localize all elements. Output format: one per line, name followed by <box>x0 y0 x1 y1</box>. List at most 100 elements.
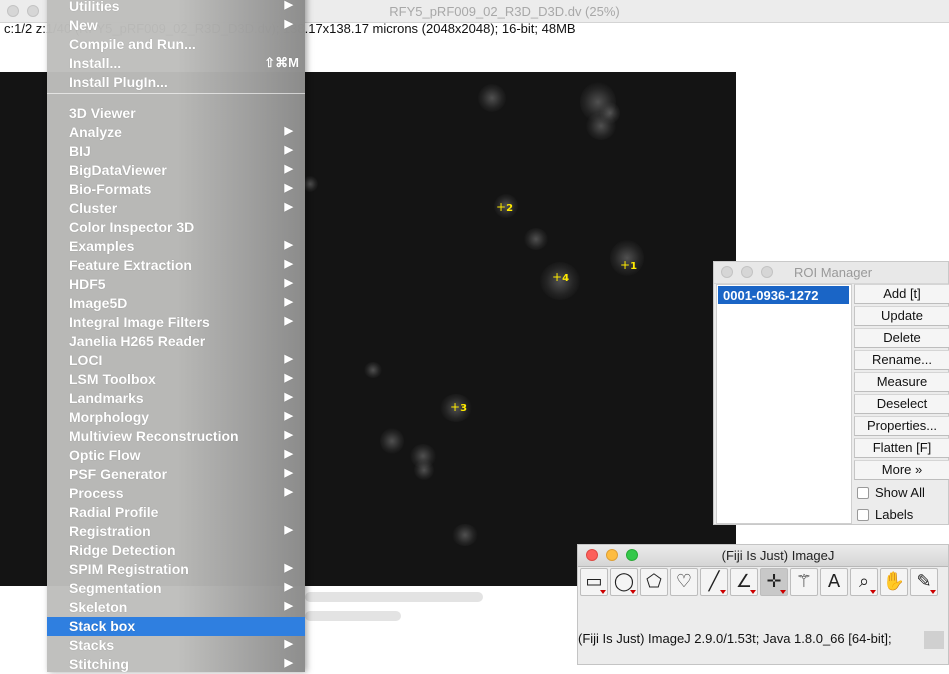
menu-item-label: Multiview Reconstruction <box>69 428 239 444</box>
roi-list[interactable]: 0001-0936-1272 <box>716 284 852 524</box>
menu-item-hdf5[interactable]: HDF5 ▶ <box>47 275 305 294</box>
menu-item-cluster[interactable]: Cluster ▶ <box>47 199 305 218</box>
roi-flatten-f-button[interactable]: Flatten [F] <box>854 438 949 458</box>
menu-item-multiview-reconstruction[interactable]: Multiview Reconstruction ▶ <box>47 427 305 446</box>
menu-item-landmarks[interactable]: Landmarks ▶ <box>47 389 305 408</box>
roi-delete-button[interactable]: Delete <box>854 328 949 348</box>
text-tool-icon[interactable]: A <box>820 568 848 596</box>
submenu-arrow-icon: ▶ <box>284 410 293 422</box>
menu-item-psf-generator[interactable]: PSF Generator ▶ <box>47 465 305 484</box>
menu-item-lsm-toolbox[interactable]: LSM Toolbox ▶ <box>47 370 305 389</box>
submenu-arrow-icon: ▶ <box>284 18 293 30</box>
roi-rename-button[interactable]: Rename... <box>854 350 949 370</box>
roi-manager-titlebar[interactable]: ROI Manager <box>714 262 948 284</box>
menu-item-process[interactable]: Process ▶ <box>47 484 305 503</box>
menu-item-morphology[interactable]: Morphology ▶ <box>47 408 305 427</box>
angle-tool-icon[interactable]: ∠ <box>730 568 758 596</box>
menu-item-3d-viewer[interactable]: 3D Viewer <box>47 104 305 123</box>
menu-item-label: Registration <box>69 523 151 539</box>
imagej-titlebar[interactable]: (Fiji Is Just) ImageJ <box>578 545 948 567</box>
submenu-arrow-icon: ▶ <box>284 163 293 175</box>
window-zoom-button[interactable] <box>761 266 773 278</box>
menu-item-integral-image-filters[interactable]: Integral Image Filters ▶ <box>47 313 305 332</box>
submenu-arrow-icon: ▶ <box>284 600 293 612</box>
menu-item-stack-box[interactable]: Stack box <box>47 617 305 636</box>
menu-item-spim-registration[interactable]: SPIM Registration ▶ <box>47 560 305 579</box>
roi-list-item[interactable]: 0001-0936-1272 <box>718 286 849 304</box>
horizontal-scrollbar[interactable] <box>305 592 483 602</box>
menu-item-loci[interactable]: LOCI ▶ <box>47 351 305 370</box>
polygon-tool-icon[interactable]: ⬠ <box>640 568 668 596</box>
menu-item-compile-and-run[interactable]: Compile and Run... <box>47 35 305 54</box>
tool-glyph: ⚚ <box>795 571 813 592</box>
tool-glyph: ╱ <box>708 571 720 592</box>
menu-item-new[interactable]: New ▶ <box>47 16 305 35</box>
window-minimize-button[interactable] <box>741 266 753 278</box>
menu-item-label: PSF Generator <box>69 466 168 482</box>
submenu-arrow-icon: ▶ <box>284 448 293 460</box>
imagej-window: (Fiji Is Just) ImageJ ▭ ◯ ⬠ ♡ ╱ ∠ ✛ ⚚ A ⌕ ✋ ✎ (Fiji… <box>577 544 949 665</box>
submenu-arrow-icon: ▶ <box>284 277 293 289</box>
roi-more-button[interactable]: More » <box>854 460 949 480</box>
menu-item-color-inspector-3d[interactable]: Color Inspector 3D <box>47 218 305 237</box>
menu-item-feature-extraction[interactable]: Feature Extraction ▶ <box>47 256 305 275</box>
window-close-button[interactable] <box>721 266 733 278</box>
menu-item-examples[interactable]: Examples ▶ <box>47 237 305 256</box>
menu-item-install-plugin[interactable]: Install PlugIn... <box>47 73 305 92</box>
rectangle-tool-icon[interactable]: ▭ <box>580 568 608 596</box>
menu-item-bio-formats[interactable]: Bio-Formats ▶ <box>47 180 305 199</box>
menu-item-label: Utilities <box>69 0 120 14</box>
checkbox-box[interactable] <box>857 509 869 521</box>
roi-properties-button[interactable]: Properties... <box>854 416 949 436</box>
roi-marker[interactable]: +3 <box>450 401 467 414</box>
oval-tool-icon[interactable]: ◯ <box>610 568 638 596</box>
menu-item-label: Feature Extraction <box>69 257 192 273</box>
menu-item-segmentation[interactable]: Segmentation ▶ <box>47 579 305 598</box>
roi-measure-button[interactable]: Measure <box>854 372 949 392</box>
roi-marker[interactable]: +1 <box>620 259 637 272</box>
roi-deselect-button[interactable]: Deselect <box>854 394 949 414</box>
menu-item-label: New <box>69 17 98 33</box>
roi-update-button[interactable]: Update <box>854 306 949 326</box>
roi-marker[interactable]: +4 <box>552 271 569 284</box>
submenu-arrow-icon: ▶ <box>284 0 293 11</box>
menu-item-image5d[interactable]: Image5D ▶ <box>47 294 305 313</box>
menu-item-label: Integral Image Filters <box>69 314 210 330</box>
submenu-arrow-icon: ▶ <box>284 182 293 194</box>
roi-add-t-button[interactable]: Add [t] <box>854 284 949 304</box>
color-picker-icon[interactable]: ✎ <box>910 568 938 596</box>
submenu-arrow-icon: ▶ <box>284 258 293 270</box>
zoom-tool-icon[interactable]: ⌕ <box>850 568 878 596</box>
wand-tool-icon[interactable]: ⚚ <box>790 568 818 596</box>
menu-item-radial-profile[interactable]: Radial Profile <box>47 503 305 522</box>
submenu-arrow-icon: ▶ <box>284 391 293 403</box>
menu-item-label: Skeleton <box>69 599 128 615</box>
checkbox-box[interactable] <box>857 487 869 499</box>
menu-item-label: Compile and Run... <box>69 36 196 52</box>
hand-tool-icon[interactable]: ✋ <box>880 568 908 596</box>
roi-marker[interactable]: +2 <box>496 201 513 214</box>
menu-item-label: Cluster <box>69 200 118 216</box>
menu-item-install[interactable]: Install... ⇧⌘M <box>47 54 305 73</box>
menu-item-analyze[interactable]: Analyze ▶ <box>47 123 305 142</box>
menu-item-optic-flow[interactable]: Optic Flow ▶ <box>47 446 305 465</box>
slice-scrollbar[interactable] <box>305 611 401 621</box>
tool-glyph: ✋ <box>882 571 906 592</box>
tool-options-triangle-icon <box>780 590 786 594</box>
menu-item-label: Analyze <box>69 124 122 140</box>
point-tool-icon[interactable]: ✛ <box>760 568 788 596</box>
menu-item-ridge-detection[interactable]: Ridge Detection <box>47 541 305 560</box>
line-tool-icon[interactable]: ╱ <box>700 568 728 596</box>
freehand-tool-icon[interactable]: ♡ <box>670 568 698 596</box>
menu-item-skeleton[interactable]: Skeleton ▶ <box>47 598 305 617</box>
tool-glyph: ◯ <box>613 571 635 592</box>
menu-item-label: Optic Flow <box>69 447 141 463</box>
menu-item-registration[interactable]: Registration ▶ <box>47 522 305 541</box>
menu-item-janelia-h265-reader[interactable]: Janelia H265 Reader <box>47 332 305 351</box>
submenu-arrow-icon: ▶ <box>284 581 293 593</box>
menu-item-utilities[interactable]: Utilities ▶ <box>47 0 305 16</box>
menu-item-bigdataviewer[interactable]: BigDataViewer ▶ <box>47 161 305 180</box>
menu-shortcut: ⇧⌘M <box>264 55 299 70</box>
menu-item-stacks[interactable]: Stacks ▶ <box>47 636 305 655</box>
menu-item-bij[interactable]: BIJ ▶ <box>47 142 305 161</box>
